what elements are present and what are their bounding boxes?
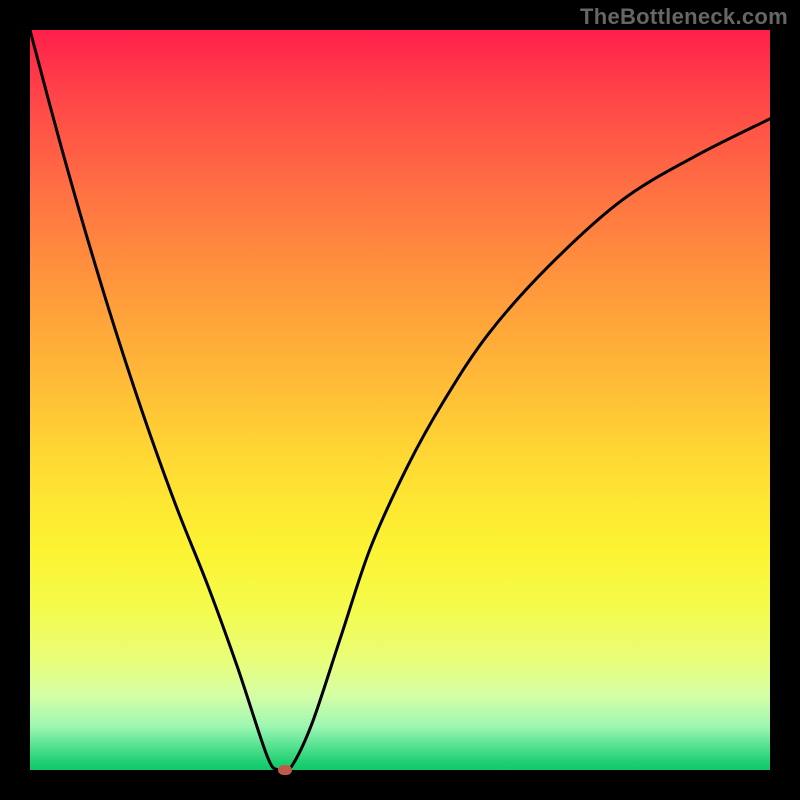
chart-frame: TheBottleneck.com	[0, 0, 800, 800]
optimum-point-marker	[278, 765, 292, 775]
watermark-text: TheBottleneck.com	[580, 4, 788, 30]
bottleneck-curve	[30, 30, 770, 770]
plot-area	[30, 30, 770, 770]
